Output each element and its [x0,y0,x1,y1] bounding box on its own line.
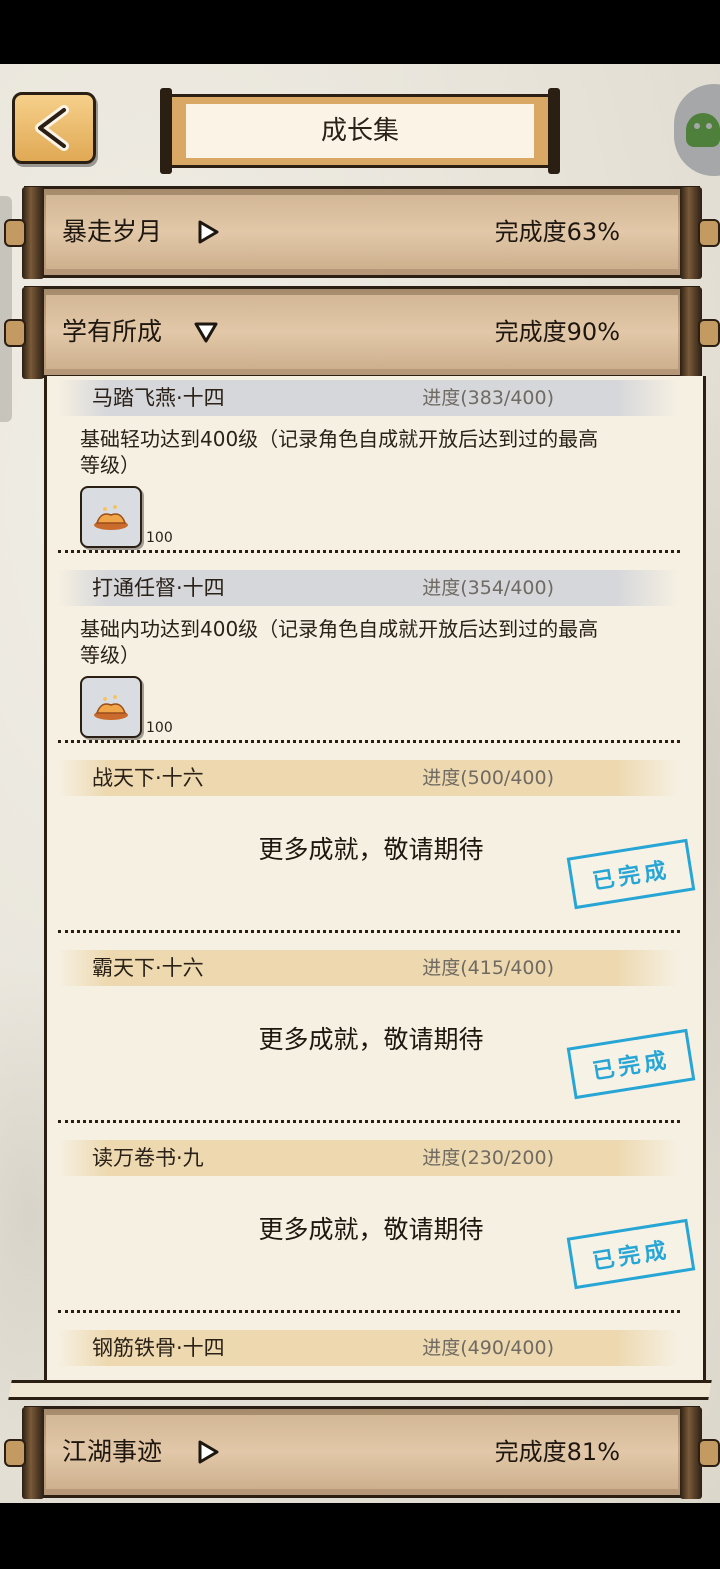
achievement-list-panel[interactable]: 马踏飞燕·十四 进度(383/400) 基础轻功达到400级（记录角色自成就开放… [8,376,712,1400]
category-bar-xueyou[interactable]: 学有所成 完成度90% [4,286,720,379]
divider [58,740,680,743]
achievement-progress: 进度(500/400) [422,767,554,789]
divider [58,550,680,553]
triangle-down-icon[interactable] [194,320,218,344]
achievement-progress: 进度(230/200) [422,1147,554,1169]
achievement-progress: 进度(354/400) [422,577,554,599]
status-bar-area [0,0,720,64]
category-bar-baozou[interactable]: 暴走岁月 完成度63% [4,186,720,279]
title-banner: 成长集 [160,88,560,174]
triangle-right-icon[interactable] [196,220,220,244]
page-title: 成长集 [320,116,399,146]
back-button[interactable] [12,92,96,164]
category-progress: 完成度90% [494,318,620,346]
gold-ingot-icon [94,695,128,720]
divider [58,1120,680,1123]
category-bar-jianghu[interactable]: 江湖事迹 完成度81% [4,1406,720,1499]
category-progress: 完成度63% [494,218,620,246]
category-name: 学有所成 [62,317,163,346]
achievement-progress: 进度(490/400) [422,1337,554,1359]
achievement-description: 基础内功达到400级（记录角色自成就开放后达到过的最高等级） [80,617,599,667]
android-icon [686,113,720,147]
achievement-name: 打通任督·十四 [92,576,225,600]
reward-item[interactable] [80,676,142,738]
divider [58,1310,680,1313]
category-progress: 完成度81% [494,1438,620,1466]
navigation-bar-area [0,1503,720,1569]
achievement-name: 战天下·十六 [92,766,204,790]
achievement-name: 马踏飞燕·十四 [92,386,225,410]
achievement-description: 基础轻功达到400级（记录角色自成就开放后达到过的最高等级） [80,427,599,477]
gold-ingot-icon [94,505,128,530]
reward-count: 100 [146,720,173,736]
achievement-name: 钢筋铁骨·十四 [92,1336,225,1360]
category-name: 江湖事迹 [62,1437,163,1466]
chevron-left-icon [35,105,69,151]
divider [58,930,680,933]
achievement-progress: 进度(415/400) [422,957,554,979]
triangle-right-icon[interactable] [196,1440,220,1464]
reward-count: 100 [146,530,173,546]
achievement-name: 读万卷书·九 [92,1146,204,1170]
achievement-progress: 进度(383/400) [422,387,554,409]
reward-item[interactable] [80,486,142,548]
achievement-name: 霸天下·十六 [92,956,204,980]
category-name: 暴走岁月 [62,217,163,246]
